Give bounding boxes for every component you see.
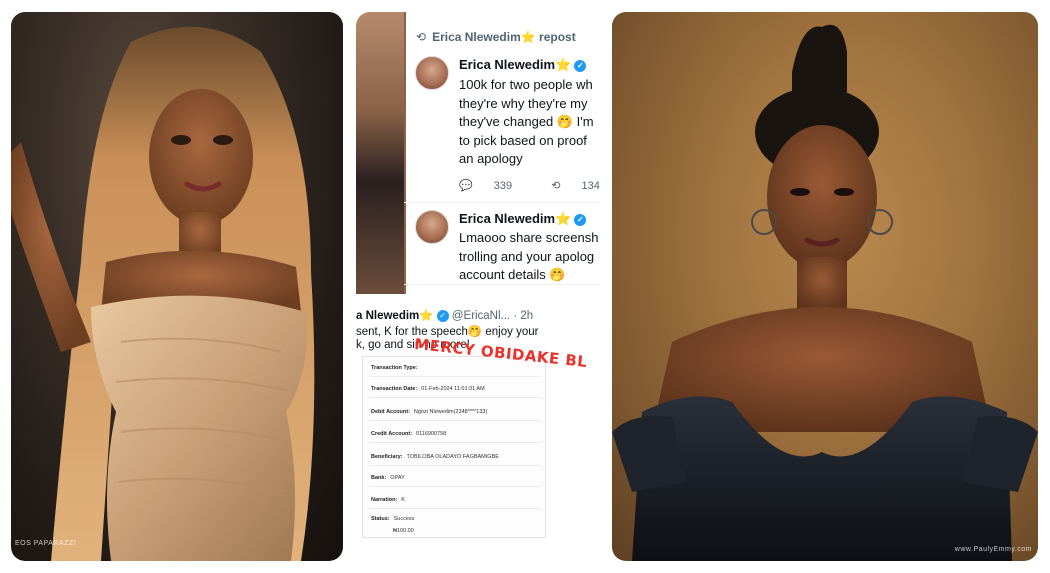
- tweet-author[interactable]: Erica Nlewedim⭐ ✓: [459, 211, 587, 227]
- post-header: a Nlewedim⭐ ✓ @EricaNl... · 2h: [356, 308, 533, 322]
- receipt-label: Narration:: [371, 497, 398, 503]
- repost-indicator: ⟲ Erica Nlewedim⭐ repost: [416, 30, 576, 44]
- avatar[interactable]: [415, 56, 449, 90]
- right-photo: www.PaulyEmmy.com: [612, 12, 1038, 561]
- tweet-line: they've changed 🤭 I'm: [459, 114, 594, 129]
- receipt-value: Ngozi Nlewedim(2348****133): [413, 409, 488, 415]
- portrait-illustration-left: [11, 26, 315, 561]
- receipt-label: Credit Account:: [371, 431, 413, 437]
- receipt-row: Beneficiary: TOBILOBA OLADAYO FAGBAMIGBE: [371, 454, 499, 460]
- receipt-label: Transaction Date:: [371, 386, 418, 392]
- receipt-value: Success: [393, 516, 415, 522]
- repost-icon: ⟲: [416, 30, 427, 44]
- portrait-illustration-right: [612, 24, 1038, 561]
- receipt-row: Credit Account: 0116900758: [371, 431, 446, 437]
- post-line: sent, K for the speech🤭 enjoy your: [356, 326, 539, 338]
- receipt-value: OPAY: [390, 475, 405, 481]
- tweet-thread-screenshot: ⟲ Erica Nlewedim⭐ repost Erica Nlewedim⭐ ✓…: [356, 12, 600, 294]
- avatar[interactable]: [415, 210, 449, 244]
- reply-icon: 💬: [459, 180, 473, 192]
- receipt-row: Debit Account: Ngozi Nlewedim(2348****133…: [371, 409, 487, 415]
- receipt-row: Status: Success: [371, 516, 414, 522]
- transfer-post-screenshot: a Nlewedim⭐ ✓ @EricaNl... · 2h sent, K fo…: [356, 294, 600, 561]
- photo-watermark: www.PaulyEmmy.com: [954, 546, 1032, 553]
- receipt-row: Transaction Date: 01-Feb-2024 11:01:31 AM: [371, 386, 485, 392]
- transfer-receipt: Transaction Type: Transaction Date: 01-Fe…: [362, 356, 546, 538]
- post-time: · 2h: [513, 310, 534, 322]
- divider: [404, 202, 600, 203]
- receipt-value: 0116900758: [416, 431, 447, 437]
- reply-count: 339: [493, 180, 513, 192]
- reply-button[interactable]: 💬 339: [459, 180, 530, 192]
- receipt-value: TOBILOBA OLADAYO FAGBAMIGBE: [406, 454, 499, 460]
- repost-icon: ⟲: [551, 180, 561, 192]
- divider: [369, 397, 541, 398]
- repost-label: Erica Nlewedim⭐ repost: [432, 30, 576, 44]
- receipt-label: Transaction Type:: [371, 365, 418, 371]
- background-photo-strip: [356, 12, 404, 294]
- receipt-amount: ₦100.00: [393, 528, 414, 534]
- receipt-row: Narration: K: [371, 497, 405, 503]
- receipt-label: Beneficiary:: [371, 454, 403, 460]
- photo-watermark: EOS PAPARAZZI: [15, 540, 77, 547]
- tweet-line: they're why they're my: [459, 95, 588, 111]
- divider: [369, 420, 541, 421]
- verified-badge-icon: ✓: [436, 309, 449, 322]
- divider: [404, 284, 600, 285]
- author-handle[interactable]: @EricaNl...: [452, 310, 510, 322]
- tweet-line: account details 🤭: [459, 267, 566, 282]
- tweet-line: trolling and your apolog: [459, 248, 595, 264]
- tweet-line: Lmaooo share screensh: [459, 230, 599, 245]
- tweet-line: to pick based on proof: [459, 132, 587, 148]
- divider: [369, 442, 541, 443]
- repost-button[interactable]: ⟲ 134: [551, 180, 600, 192]
- left-photo: EOS PAPARAZZI: [11, 12, 343, 561]
- tweet-line: 100k for two people wh: [459, 77, 593, 92]
- receipt-label: Status:: [371, 516, 390, 522]
- receipt-value: 01-Feb-2024 11:01:31 AM: [421, 386, 485, 392]
- repost-count: 134: [581, 180, 600, 192]
- verified-badge-icon: ✓: [574, 213, 587, 226]
- receipt-value: K: [401, 497, 405, 503]
- divider: [369, 465, 541, 466]
- divider: [369, 376, 541, 377]
- receipt-label: Bank:: [371, 475, 387, 481]
- author-name: Erica Nlewedim⭐: [459, 211, 572, 226]
- receipt-row: Transaction Type:: [371, 365, 422, 371]
- divider: [369, 508, 541, 509]
- tweet-text: Lmaooo share screensh trolling and your …: [459, 229, 598, 285]
- author-name[interactable]: a Nlewedim⭐: [356, 310, 434, 322]
- receipt-row: Bank: OPAY: [371, 475, 405, 481]
- verified-badge-icon: ✓: [574, 59, 587, 72]
- tweet-line: an apology: [459, 151, 523, 166]
- divider: [369, 486, 541, 487]
- middle-screenshot-collage: ⟲ Erica Nlewedim⭐ repost Erica Nlewedim⭐ ✓…: [356, 12, 600, 561]
- author-name: Erica Nlewedim⭐: [459, 57, 572, 72]
- tweet-author[interactable]: Erica Nlewedim⭐ ✓: [459, 57, 587, 73]
- receipt-label: Debit Account:: [371, 409, 410, 415]
- tweet-text: 100k for two people wh they're why they'…: [459, 76, 594, 169]
- tweet-actions: 💬 339 ⟲ 134 ♡ 4: [459, 179, 600, 192]
